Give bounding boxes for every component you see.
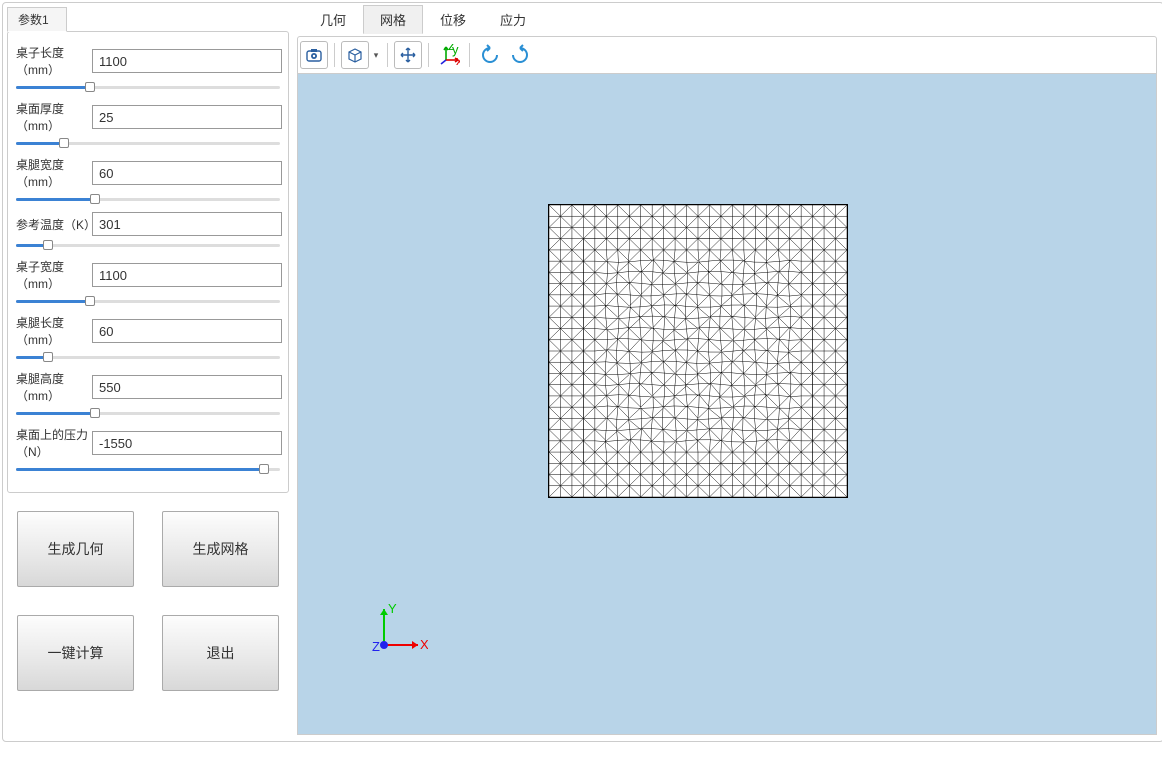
param-slider[interactable]	[16, 192, 280, 206]
param-input-6[interactable]	[92, 375, 282, 399]
param-row: 桌子宽度（mm）	[14, 258, 282, 292]
viewport-3d[interactable]: Y X Z	[297, 74, 1157, 735]
view-tabs: 几何网格位移应力	[297, 3, 1157, 34]
param-row: 参考温度（K）	[14, 212, 282, 236]
button-grid: 生成几何 生成网格 一键计算 退出	[7, 493, 289, 709]
toolbar-separator	[469, 43, 470, 67]
exit-button[interactable]: 退出	[162, 615, 279, 691]
mesh-object	[548, 204, 848, 498]
rotate-ccw-icon[interactable]	[476, 41, 504, 69]
generate-geometry-button[interactable]: 生成几何	[17, 511, 134, 587]
param-row: 桌腿长度（mm）	[14, 314, 282, 348]
param-input-4[interactable]	[92, 263, 282, 287]
svg-text:x: x	[456, 53, 460, 66]
view-tab-3[interactable]: 应力	[483, 5, 543, 34]
param-slider[interactable]	[16, 80, 280, 94]
param-label: 桌腿长度（mm）	[14, 314, 92, 348]
generate-mesh-button[interactable]: 生成网格	[162, 511, 279, 587]
camera-icon[interactable]	[300, 41, 328, 69]
move-icon[interactable]	[394, 41, 422, 69]
compute-button[interactable]: 一键计算	[17, 615, 134, 691]
param-slider[interactable]	[16, 350, 280, 364]
view-tab-0[interactable]: 几何	[303, 5, 363, 34]
param-label: 桌腿高度（mm）	[14, 370, 92, 404]
toolbar-separator	[334, 43, 335, 67]
param-slider[interactable]	[16, 406, 280, 420]
triad-z-label: Z	[372, 639, 380, 654]
param-slider[interactable]	[16, 238, 280, 252]
param-slider[interactable]	[16, 136, 280, 150]
cube-icon[interactable]	[341, 41, 369, 69]
param-input-5[interactable]	[92, 319, 282, 343]
param-row: 桌腿高度（mm）	[14, 370, 282, 404]
param-input-0[interactable]	[92, 49, 282, 73]
param-tab[interactable]: 参数1	[7, 7, 67, 32]
param-label: 桌子宽度（mm）	[14, 258, 92, 292]
view-tab-2[interactable]: 位移	[423, 5, 483, 34]
axes-icon[interactable]: zyx	[435, 41, 463, 69]
param-label: 桌腿宽度（mm）	[14, 156, 92, 190]
param-input-3[interactable]	[92, 212, 282, 236]
orientation-triad: Y X Z	[368, 601, 428, 664]
param-box: 桌子长度（mm） 桌面厚度（mm） 桌腿宽度（mm） 参考温度（K） 桌子宽度（mm） 桌…	[7, 31, 289, 493]
toolbar-separator	[387, 43, 388, 67]
param-input-2[interactable]	[92, 161, 282, 185]
view-tab-1[interactable]: 网格	[363, 5, 423, 34]
viewport-toolbar: ▾ zyx	[297, 36, 1157, 74]
param-input-1[interactable]	[92, 105, 282, 129]
left-panel: 参数1 桌子长度（mm） 桌面厚度（mm） 桌腿宽度（mm） 参考温度（K） 桌子宽度（…	[3, 3, 293, 741]
toolbar-separator	[428, 43, 429, 67]
param-row: 桌子长度（mm）	[14, 44, 282, 78]
cube-dropdown-caret[interactable]: ▾	[371, 50, 381, 61]
param-row: 桌腿宽度（mm）	[14, 156, 282, 190]
param-label: 桌子长度（mm）	[14, 44, 92, 78]
param-label: 桌面上的压力（N）	[14, 426, 92, 460]
param-slider[interactable]	[16, 462, 280, 476]
triad-x-label: X	[420, 637, 428, 652]
triad-y-label: Y	[388, 601, 397, 616]
param-row: 桌面厚度（mm）	[14, 100, 282, 134]
param-label: 桌面厚度（mm）	[14, 100, 92, 134]
app-frame: 参数1 桌子长度（mm） 桌面厚度（mm） 桌腿宽度（mm） 参考温度（K） 桌子宽度（…	[2, 2, 1162, 742]
param-slider[interactable]	[16, 294, 280, 308]
rotate-cw-icon[interactable]	[506, 41, 534, 69]
param-input-7[interactable]	[92, 431, 282, 455]
param-row: 桌面上的压力（N）	[14, 426, 282, 460]
right-panel: 几何网格位移应力 ▾ zyx	[293, 3, 1162, 741]
param-label: 参考温度（K）	[14, 216, 92, 233]
